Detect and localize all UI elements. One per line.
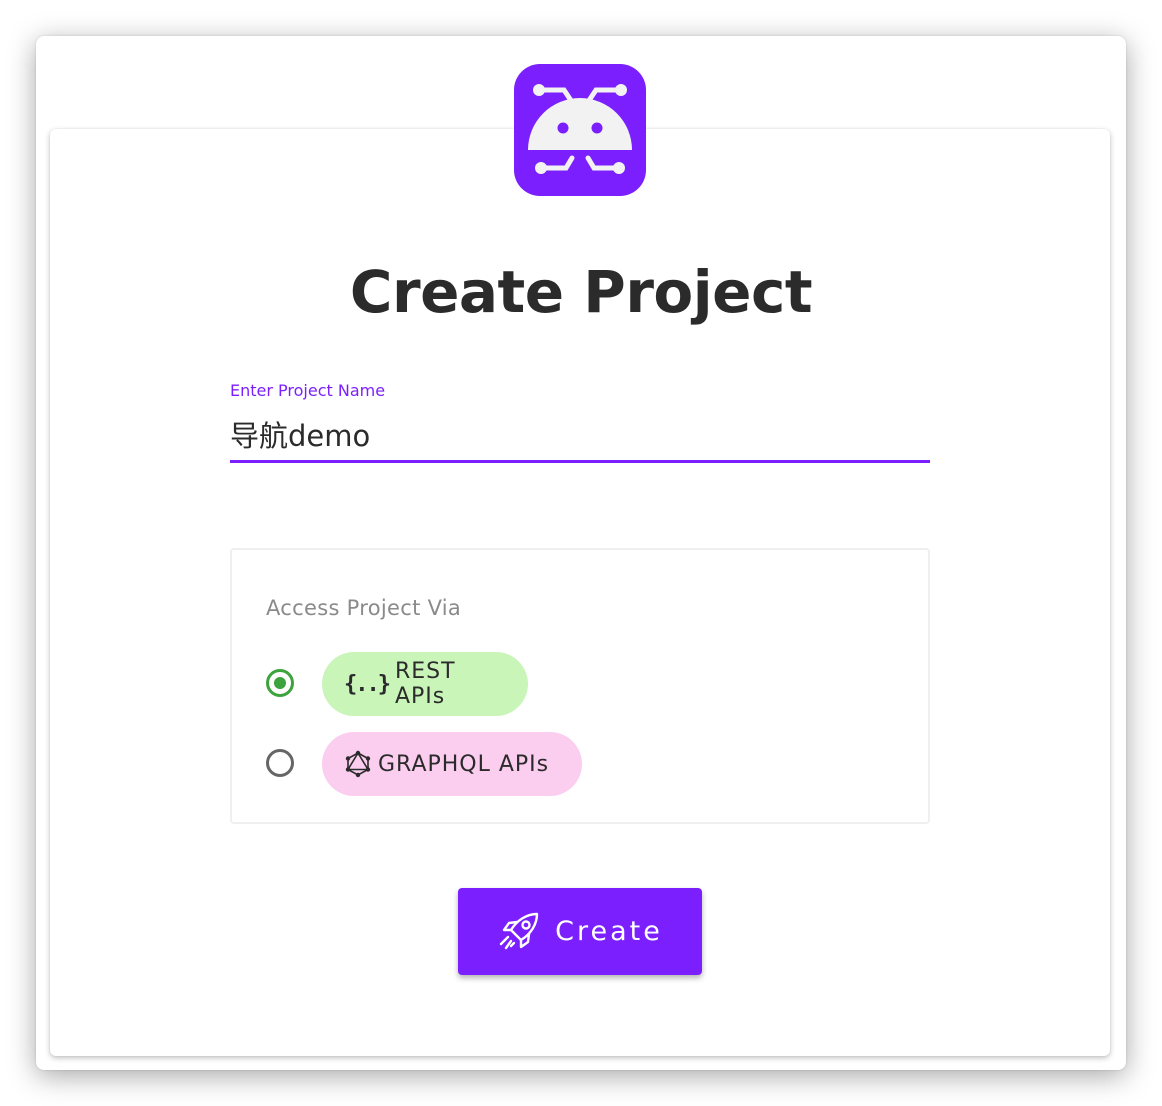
rest-apis-option[interactable]: {..} REST APIs — [322, 652, 528, 716]
create-button-label: Create — [555, 916, 663, 947]
rocket-icon — [499, 912, 539, 949]
app-logo — [514, 64, 646, 196]
graphql-icon — [344, 750, 372, 778]
rest-apis-label: REST APIs — [394, 659, 456, 709]
access-label: Access Project Via — [266, 596, 462, 620]
project-name-input[interactable] — [230, 408, 930, 463]
create-button[interactable]: Create — [458, 888, 702, 975]
graphql-apis-label: GRAPHQL APIs — [378, 751, 550, 777]
curly-braces-icon: {..} — [344, 671, 391, 697]
graphql-apis-radio[interactable] — [266, 749, 294, 777]
project-name-label: Enter Project Name — [230, 381, 386, 400]
graphql-apis-option[interactable]: GRAPHQL APIs — [322, 732, 582, 796]
rest-apis-radio[interactable] — [266, 669, 294, 697]
page-title: Create Project — [349, 258, 813, 326]
robot-antenna-logo-icon — [528, 84, 632, 174]
